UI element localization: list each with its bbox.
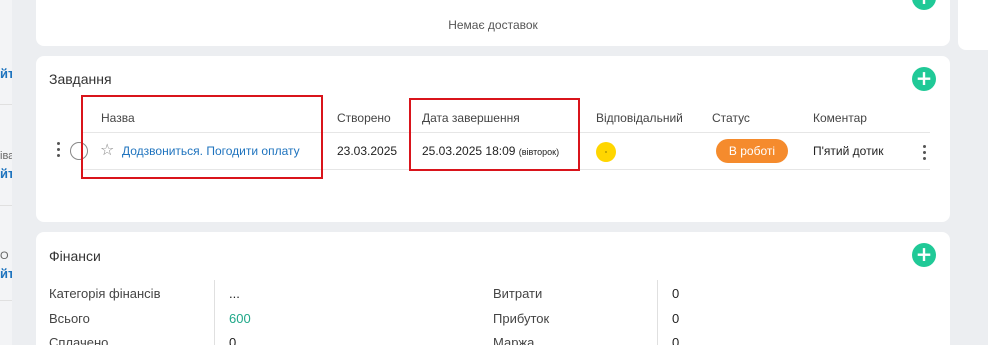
add-task-button[interactable]: + — [912, 67, 936, 91]
add-finance-button[interactable]: + — [912, 243, 936, 267]
left-text-fragment: іва — [0, 150, 12, 162]
finance-total-value[interactable]: 600 — [229, 311, 251, 326]
finance-value: 0 — [229, 335, 237, 345]
task-created-date: 23.03.2025 — [337, 144, 398, 158]
column-header-comment[interactable]: Коментар — [813, 111, 867, 125]
deliveries-empty-text: Немає доставок — [448, 18, 538, 32]
finance-divider — [214, 280, 215, 345]
add-delivery-button[interactable]: + — [912, 0, 936, 10]
deliveries-card: + Немає доставок — [36, 0, 950, 46]
task-comment: П'ятий дотик — [813, 144, 884, 158]
column-header-responsible[interactable]: Відповідальний — [596, 111, 683, 125]
finance-label: Категорія фінансів — [49, 286, 161, 301]
finance-value[interactable]: ... — [229, 286, 240, 301]
finance-label: Витрати — [493, 286, 543, 301]
finance-title: Фінанси — [49, 248, 101, 264]
drag-handle-icon[interactable] — [57, 142, 61, 158]
left-link-fragment[interactable]: йт — [0, 166, 12, 181]
left-text-fragment: О — [0, 250, 9, 262]
left-link-fragment[interactable]: йт — [0, 66, 12, 81]
status-badge[interactable]: В роботі — [716, 139, 788, 163]
finance-label: Маржа — [493, 335, 535, 345]
left-panel-edge: йт іва йт О йт — [0, 0, 12, 345]
left-link-fragment[interactable]: йт — [0, 266, 12, 281]
finance-label: Всього — [49, 311, 90, 326]
finance-label: Прибуток — [493, 311, 550, 326]
column-header-created[interactable]: Створено — [337, 111, 391, 125]
finance-label: Сплачено — [49, 335, 109, 345]
responsible-avatar[interactable] — [596, 142, 616, 162]
tasks-title: Завдання — [49, 71, 112, 87]
finance-value: 0 — [672, 311, 680, 326]
highlight-box-name — [81, 95, 323, 179]
finance-value: 0 — [672, 335, 680, 345]
more-menu-icon[interactable] — [923, 145, 927, 163]
finance-divider — [657, 280, 658, 345]
column-header-status[interactable]: Статус — [712, 111, 750, 125]
finance-card: Фінанси + Категорія фінансів ... Всього … — [36, 232, 950, 345]
finance-value: 0 — [672, 286, 680, 301]
highlight-box-due — [409, 98, 580, 171]
right-side-card — [958, 0, 988, 50]
